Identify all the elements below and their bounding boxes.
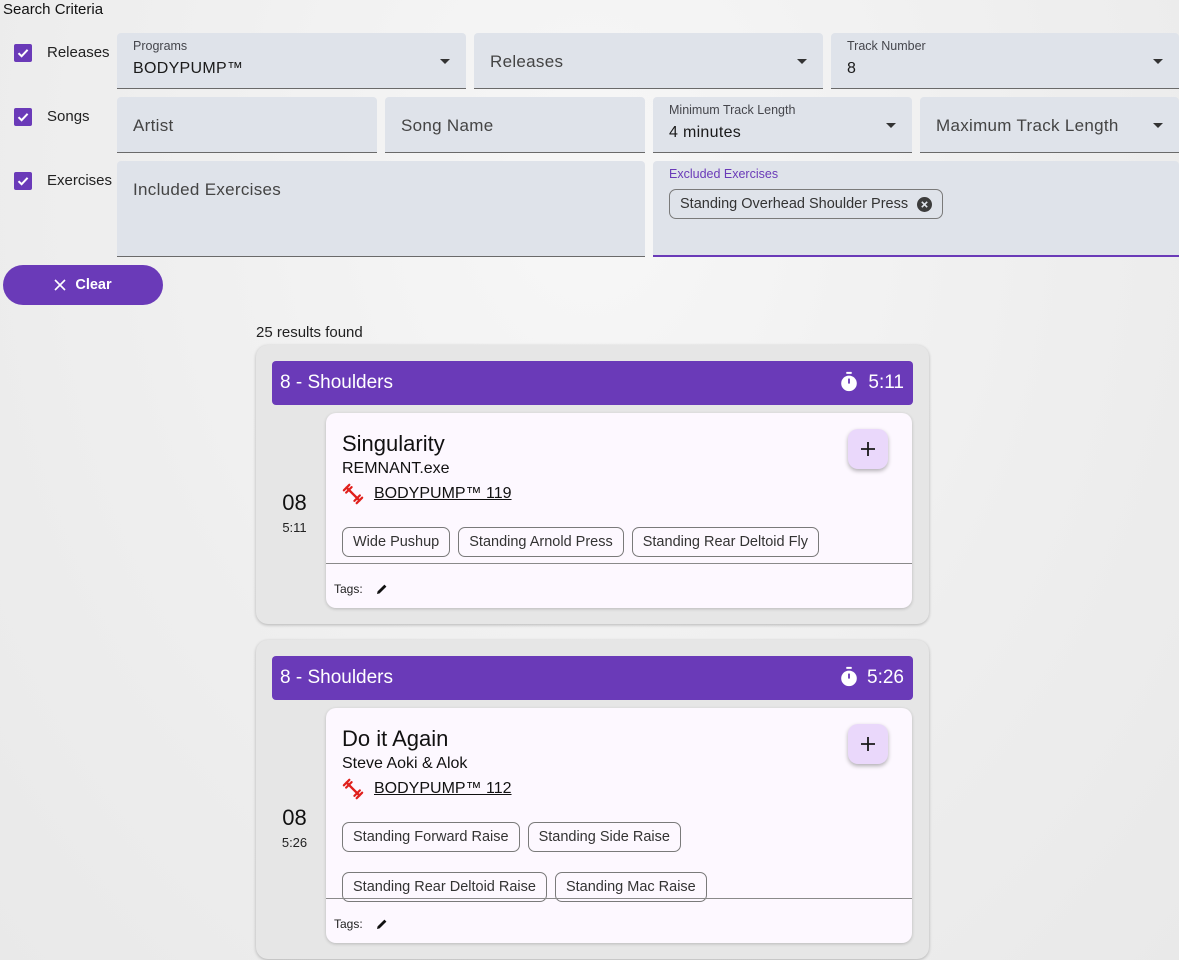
close-icon [54, 279, 66, 291]
card-duration: 5:11 [868, 372, 904, 393]
exercise-chip[interactable]: Wide Pushup [342, 527, 451, 557]
song-artist: Steve Aoki & Alok [342, 755, 468, 772]
song-name-input[interactable]: Song Name [385, 97, 645, 153]
exercise-chip-list: Standing Forward Raise Standing Side Rai… [342, 822, 896, 902]
max-track-length-placeholder: Maximum Track Length [936, 116, 1119, 135]
check-icon [17, 49, 29, 58]
included-exercises-placeholder: Included Exercises [133, 180, 282, 199]
excluded-exercises-label: Excluded Exercises [669, 167, 779, 181]
track-length: 5:26 [281, 835, 308, 850]
min-track-length-value: 4 minutes [669, 124, 742, 141]
release-link[interactable]: BODYPUMP™ 112 [374, 780, 512, 798]
artist-placeholder: Artist [133, 116, 174, 135]
programs-value: BODYPUMP™ [133, 60, 244, 77]
tags-label: Tags: [334, 582, 363, 596]
exercises-checkbox-label: Exercises [47, 172, 113, 189]
song-name-placeholder: Song Name [401, 116, 494, 135]
add-button[interactable] [848, 724, 888, 764]
exercise-chip[interactable]: Standing Arnold Press [458, 527, 624, 557]
programs-label: Programs [133, 39, 188, 53]
exercise-chip[interactable]: Standing Side Raise [527, 822, 681, 852]
check-icon [17, 113, 29, 122]
artist-input[interactable]: Artist [117, 97, 377, 153]
programs-select[interactable]: Programs BODYPUMP™ [117, 33, 466, 89]
cancel-circle-icon[interactable] [917, 196, 933, 212]
result-card: 8 - Shoulders 5:11 08 5:11 Singularity R… [256, 345, 929, 624]
card-header-title: 8 - Shoulders [280, 372, 394, 393]
stopwatch-icon [841, 371, 857, 392]
divider [326, 563, 912, 564]
excluded-exercise-chip[interactable]: Standing Overhead Shoulder Press [669, 189, 944, 219]
exercise-chip-list: Wide Pushup Standing Arnold Press Standi… [342, 527, 896, 557]
card-header-bar: 8 - Shoulders 5:26 [272, 656, 913, 700]
releases-checkbox[interactable] [14, 44, 32, 62]
releases-checkbox-label: Releases [47, 44, 110, 61]
max-track-length-select[interactable]: Maximum Track Length [920, 97, 1179, 153]
stopwatch-icon [841, 666, 857, 687]
caret-down-icon [1153, 59, 1163, 64]
release-row: BODYPUMP™ 112 [342, 778, 512, 800]
pencil-icon[interactable] [376, 918, 388, 930]
result-card: 8 - Shoulders 5:26 08 5:26 Do it Again S… [256, 640, 929, 959]
check-icon [17, 177, 29, 186]
card-header-title: 8 - Shoulders [280, 667, 394, 688]
exercises-checkbox[interactable] [14, 172, 32, 190]
min-track-length-select[interactable]: Minimum Track Length 4 minutes [653, 97, 912, 153]
page-title: Search Criteria [3, 1, 104, 18]
track-number: 08 [282, 490, 307, 515]
track-number-select[interactable]: Track Number 8 [831, 33, 1179, 89]
excluded-exercises-input[interactable]: Excluded Exercises Standing Overhead Sho… [653, 161, 1179, 257]
track-number-label: Track Number [847, 39, 926, 53]
plus-icon [861, 442, 875, 456]
card-duration: 5:26 [867, 667, 904, 688]
tags-row: Tags: [334, 582, 388, 596]
caret-down-icon [797, 59, 807, 64]
dumbbell-icon [342, 778, 364, 800]
divider [326, 898, 912, 899]
release-link[interactable]: BODYPUMP™ 119 [374, 485, 512, 503]
releases-placeholder: Releases [490, 52, 564, 71]
dumbbell-icon [342, 483, 364, 505]
track-number-value: 8 [847, 60, 857, 77]
card-header-bar: 8 - Shoulders 5:11 [272, 361, 913, 405]
add-button[interactable] [848, 429, 888, 469]
clear-button[interactable]: Clear [3, 265, 163, 305]
song-title: Singularity [342, 431, 445, 456]
clear-button-label: Clear [75, 277, 112, 293]
plus-icon [861, 737, 875, 751]
release-row: BODYPUMP™ 119 [342, 483, 512, 505]
track-length: 5:11 [282, 520, 307, 535]
songs-checkbox[interactable] [14, 108, 32, 126]
song-card: Singularity REMNANT.exe BODYPUMP™ 119 Wi… [326, 413, 912, 608]
song-artist: REMNANT.exe [342, 460, 450, 477]
pencil-icon[interactable] [376, 583, 388, 595]
releases-select[interactable]: Releases [474, 33, 823, 89]
track-number-block: 08 5:11 [272, 490, 317, 535]
results-count: 25 results found [256, 324, 363, 341]
included-exercises-input[interactable]: Included Exercises [117, 161, 645, 257]
songs-checkbox-label: Songs [47, 108, 90, 125]
track-number-block: 08 5:26 [272, 805, 317, 850]
caret-down-icon [440, 59, 450, 64]
tags-label: Tags: [334, 917, 363, 931]
song-title: Do it Again [342, 726, 449, 751]
exercise-chip[interactable]: Standing Forward Raise [342, 822, 520, 852]
tags-row: Tags: [334, 917, 388, 931]
caret-down-icon [886, 123, 896, 128]
song-card: Do it Again Steve Aoki & Alok BODYPUMP™ … [326, 708, 912, 943]
chip-label: Standing Overhead Shoulder Press [680, 196, 909, 212]
caret-down-icon [1153, 123, 1163, 128]
track-number: 08 [282, 805, 307, 830]
min-track-length-label: Minimum Track Length [669, 103, 796, 117]
exercise-chip[interactable]: Standing Rear Deltoid Fly [631, 527, 819, 557]
